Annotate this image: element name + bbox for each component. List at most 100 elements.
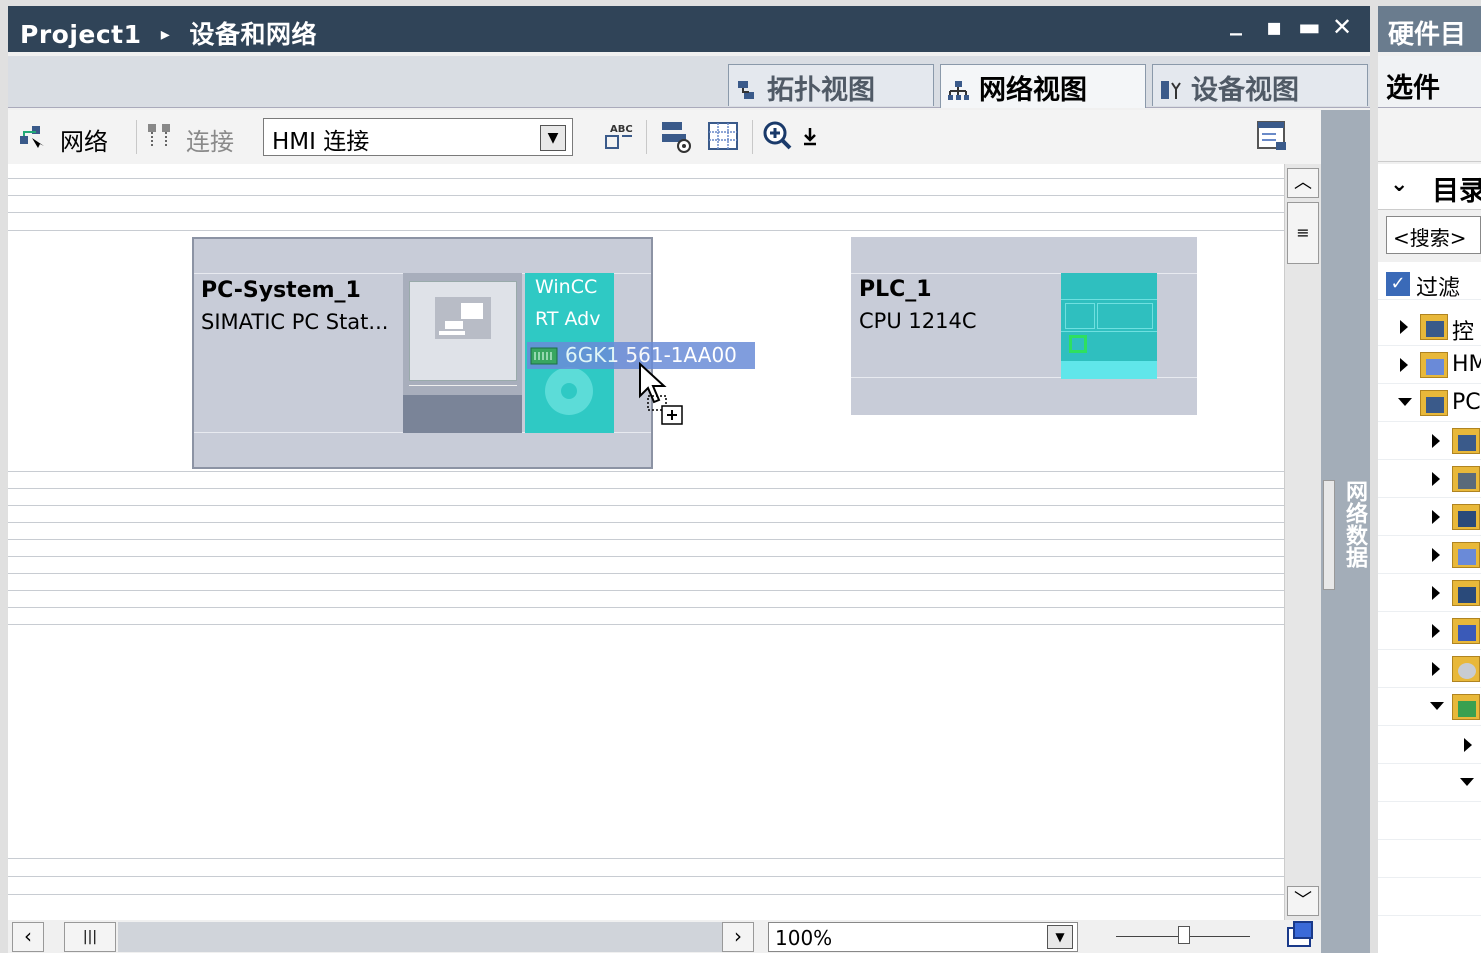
float-button[interactable]: ▪ — [1266, 13, 1282, 41]
expand-icon[interactable] — [1464, 738, 1472, 752]
zoom-in-icon[interactable] — [762, 120, 796, 152]
scroll-thumb[interactable]: ≡ — [1287, 202, 1319, 264]
drag-copy-cursor-icon — [639, 362, 683, 425]
plc-name[interactable]: PLC_1 — [859, 277, 932, 302]
overview-navigation-icon[interactable] — [1286, 920, 1316, 950]
expand-icon[interactable] — [1432, 624, 1440, 638]
toolbar-divider — [646, 120, 647, 154]
toolbar-divider — [752, 120, 753, 154]
expand-icon[interactable] — [1400, 320, 1408, 334]
network-data-label[interactable]: 网络数据 — [1340, 480, 1370, 568]
tree-subitem[interactable] — [1378, 536, 1481, 574]
tree-subitem[interactable] — [1378, 726, 1481, 764]
minimize-button[interactable]: _ — [1230, 8, 1242, 36]
show-hide-interfaces-icon[interactable] — [658, 118, 694, 154]
properties-panel-icon[interactable] — [1256, 120, 1290, 152]
folder-icon — [1452, 542, 1480, 568]
tree-empty-row — [1378, 878, 1481, 916]
collapse-icon[interactable] — [1398, 398, 1412, 406]
chevron-down-icon[interactable]: ▼ — [540, 125, 566, 151]
tree-subitem-network-cards[interactable] — [1378, 688, 1481, 726]
maximize-button[interactable]: ▬ — [1298, 13, 1321, 41]
vertical-scrollbar[interactable]: ︿ ≡ ﹀ — [1284, 164, 1321, 920]
network-card-icon — [530, 347, 558, 365]
catalog-section-label: 目录 — [1432, 176, 1481, 207]
plc-cpu-image — [1061, 273, 1157, 379]
hscroll-thumb[interactable]: ||| — [64, 922, 116, 952]
breadcrumb-separator-icon: ▸ — [160, 24, 171, 45]
wincc-module-sublabel: RT Adv — [535, 308, 601, 330]
grid-table-icon[interactable] — [706, 120, 740, 152]
zoom-dropdown-icon[interactable] — [800, 124, 820, 150]
breadcrumb: Project1 ▸ 设备和网络 — [20, 15, 317, 51]
folder-icon — [1420, 314, 1448, 340]
tree-subitem[interactable] — [1378, 650, 1481, 688]
tree-subitem[interactable] — [1378, 422, 1481, 460]
catalog-section-header[interactable]: ⌄ 目录 — [1378, 164, 1481, 210]
breadcrumb-project[interactable]: Project1 — [20, 20, 142, 49]
tree-subitem[interactable] — [1378, 498, 1481, 536]
status-bar: ‹ ||| › — [8, 920, 1321, 953]
network-mode-icon[interactable] — [18, 124, 44, 150]
pc-station-name[interactable]: PC-System_1 — [201, 278, 361, 303]
folder-icon — [1452, 580, 1480, 606]
zoom-slider[interactable] — [1116, 926, 1250, 950]
folder-icon — [1420, 390, 1448, 416]
expand-icon[interactable] — [1432, 472, 1440, 486]
zoom-select[interactable]: 100% ▼ — [768, 922, 1078, 952]
folder-icon — [1452, 694, 1480, 720]
scroll-right-button[interactable]: › — [722, 922, 754, 952]
filter-checkbox[interactable]: ✓ — [1386, 272, 1410, 296]
tab-device-view[interactable]: 设备视图 — [1152, 64, 1368, 106]
expand-icon[interactable] — [1432, 548, 1440, 562]
tree-subitem[interactable] — [1378, 612, 1481, 650]
tree-item-label: HM — [1452, 352, 1481, 377]
svg-text:ABC: ABC — [610, 124, 633, 135]
plc-status-led — [1069, 335, 1087, 353]
folder-icon — [1420, 352, 1448, 378]
collapse-icon[interactable] — [1460, 778, 1474, 786]
pc-station-image — [403, 273, 522, 433]
chevron-down-icon[interactable]: ▼ — [1047, 925, 1073, 949]
tree-subitem[interactable] — [1378, 574, 1481, 612]
filter-label[interactable]: 过滤 — [1416, 270, 1460, 302]
tree-item-hmi[interactable]: HM — [1378, 346, 1481, 384]
collapse-handle[interactable] — [1323, 480, 1335, 590]
options-header[interactable]: 选件 — [1378, 56, 1481, 108]
collapse-icon[interactable] — [1430, 702, 1444, 710]
expand-icon[interactable] — [1432, 662, 1440, 676]
expand-icon[interactable] — [1432, 434, 1440, 448]
rename-address-icon[interactable]: ABC — [602, 120, 636, 152]
connect-mode-button[interactable]: 连接 — [186, 122, 234, 157]
tab-topology-view[interactable]: 拓扑视图 — [728, 64, 934, 106]
expand-icon[interactable] — [1400, 358, 1408, 372]
panel-divider[interactable] — [1370, 0, 1378, 953]
zoom-value: 100% — [775, 926, 833, 950]
pc-station-type: SIMATIC PC Stat... — [201, 310, 389, 334]
tree-item-controllers[interactable]: 控 — [1378, 308, 1481, 346]
expand-icon[interactable] — [1432, 510, 1440, 524]
scroll-left-button[interactable]: ‹ — [12, 922, 44, 952]
connection-type-select[interactable]: HMI 连接 ▼ — [263, 118, 573, 156]
tree-empty-row — [1378, 802, 1481, 840]
tab-network-view[interactable]: 网络视图 — [940, 64, 1146, 108]
hscroll-track[interactable] — [118, 922, 722, 952]
topology-icon — [738, 81, 754, 99]
view-tabs: 拓扑视图 网络视图 设备视图 — [8, 56, 1370, 108]
tab-device-label: 设备视图 — [1191, 75, 1299, 106]
tree-subitem[interactable] — [1378, 764, 1481, 802]
tree-subitem[interactable] — [1378, 460, 1481, 498]
network-mode-button[interactable]: 网络 — [60, 122, 108, 157]
filter-row: ✓ 过滤 — [1378, 262, 1481, 302]
chevron-down-icon[interactable]: ⌄ — [1390, 172, 1408, 197]
expand-icon[interactable] — [1432, 586, 1440, 600]
plc-device[interactable]: PLC_1 CPU 1214C — [851, 237, 1197, 415]
scroll-up-button[interactable]: ︿ — [1287, 168, 1319, 198]
connect-mode-icon[interactable] — [146, 122, 174, 152]
close-button[interactable]: ✕ — [1332, 13, 1352, 41]
tree-item-pc[interactable]: PC — [1378, 384, 1481, 422]
zoom-slider-thumb[interactable] — [1178, 926, 1190, 944]
catalog-search-input[interactable]: <搜索> — [1386, 216, 1481, 254]
folder-icon — [1452, 428, 1480, 454]
scroll-down-button[interactable]: ﹀ — [1287, 886, 1319, 916]
